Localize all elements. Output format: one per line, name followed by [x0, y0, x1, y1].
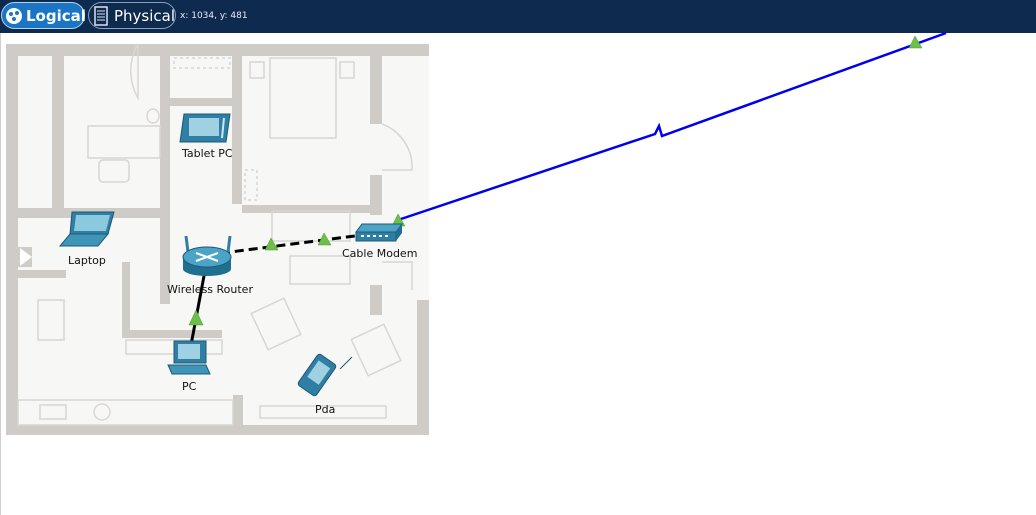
device-label-tablet: Tablet PC — [182, 147, 233, 160]
pc-icon[interactable] — [167, 340, 211, 375]
tablet-pc-icon[interactable] — [179, 113, 231, 143]
device-label-pc: PC — [182, 380, 197, 393]
cable-modem-icon[interactable] — [355, 223, 403, 242]
logical-workspace[interactable] — [0, 0, 1036, 515]
device-label-laptop: Laptop — [68, 254, 106, 267]
device-label-pda: Pda — [315, 403, 336, 416]
device-label-modem: Cable Modem — [342, 247, 418, 260]
device-label-router: Wireless Router — [167, 283, 253, 296]
coax-cable-link — [397, 31, 947, 222]
